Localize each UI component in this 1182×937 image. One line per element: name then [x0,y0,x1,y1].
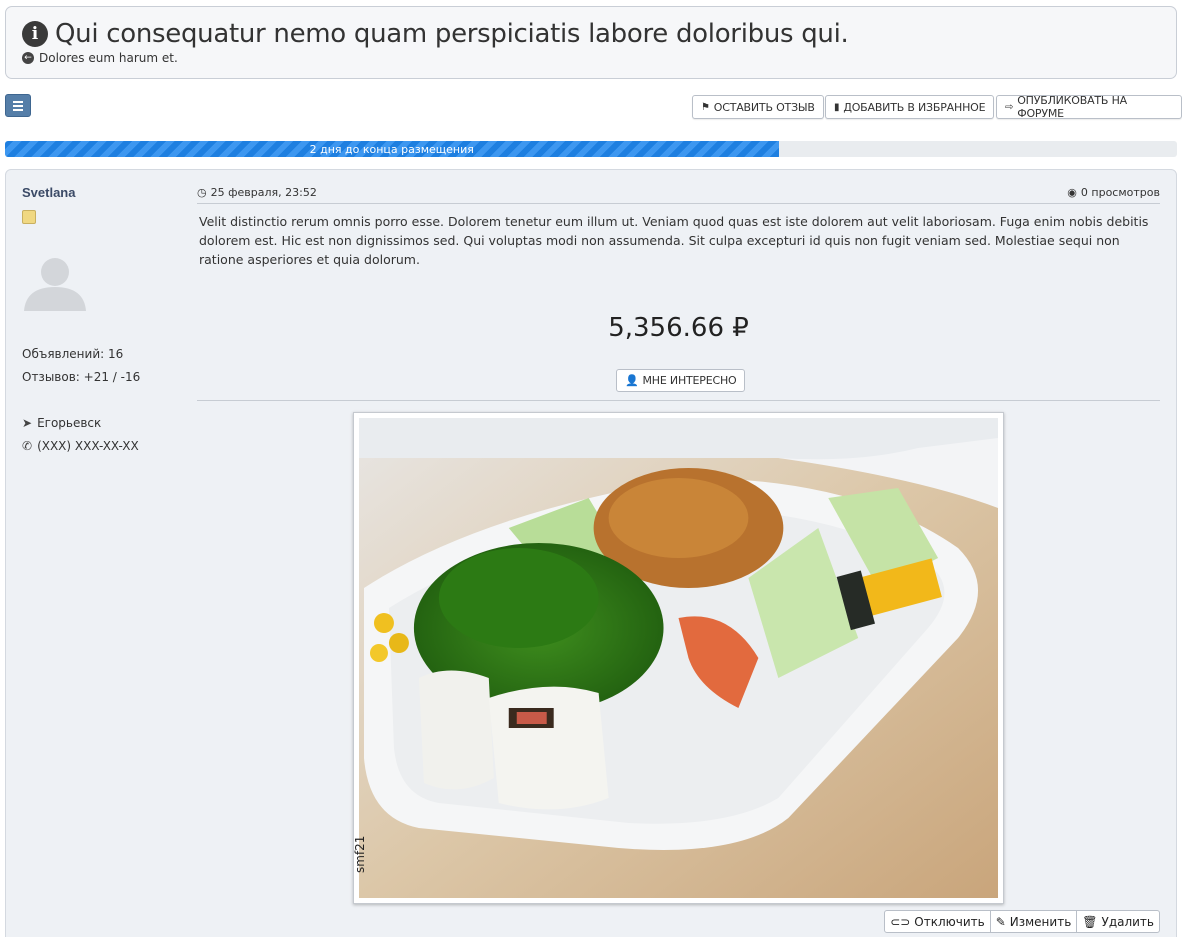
placement-progress: 2 дня до конца размещения [5,141,1177,157]
post-body: Velit distinctio rerum omnis porro esse.… [199,214,1149,267]
page-title-row: i Qui consequatur nemo quam perspiciatis… [22,19,849,49]
author-city: ➤ Егорьевск [22,416,101,430]
hamburger-icon [13,100,23,103]
favorite-button-label: Добавить в избранное [843,100,986,114]
favorite-button[interactable]: ▮ Добавить в избранное [825,95,995,119]
review-button[interactable]: ⚑ Оставить отзыв [692,95,824,119]
edit-button[interactable]: ✎ Изменить [989,910,1078,933]
bookmark-icon: ▮ [834,101,840,113]
forum-button-label: Опубликовать на форуме [1017,94,1127,120]
page-header: i Qui consequatur nemo quam perspiciatis… [5,6,1177,79]
listing-photo[interactable]: smf21 [353,412,1004,904]
avatar [24,258,86,311]
forum-button[interactable]: ⇨ Опубликовать на форуме [996,94,1182,120]
author-phone-label: (XXX) XXX-XX-XX [37,439,139,453]
disable-button-label: Отключить [914,914,985,929]
phone-icon: ✆ [22,439,33,453]
rank-icon [22,210,36,224]
post-views-label: 0 просмотров [1080,186,1160,199]
delete-button[interactable]: 🗑 Удалить [1076,910,1160,933]
food-photo [359,418,998,898]
progress-label: 2 дня до конца размещения [309,142,474,156]
back-link[interactable]: ← Dolores eum harum et. [22,51,178,65]
flag-icon: ⚑ [701,101,710,113]
back-link-label[interactable]: Dolores eum harum et. [39,51,178,65]
post-views: ◉ 0 просмотров [1067,186,1160,199]
author-reviews: Отзывов: +21 / -16 [22,370,141,384]
disable-button[interactable]: ⊂⊃ Отключить [884,910,991,933]
arrow-circle-left-icon: ← [22,52,34,64]
post-date-label: 25 февраля, 23:52 [210,186,317,199]
author-ads-count: Объявлений: 16 [22,347,124,361]
post-date: ◷ 25 февраля, 23:52 [197,186,317,199]
edit-button-label: Изменить [1009,914,1072,929]
menu-button[interactable] [5,94,31,117]
author-city-label: Егорьевск [37,416,102,430]
divider [197,203,1160,204]
user-plus-icon: 👤 [625,374,639,387]
toggle-icon: ⊂⊃ [890,914,911,929]
author-name[interactable]: Svetlana [22,185,75,200]
photo-watermark: smf21 [353,835,367,873]
review-button-label: Оставить отзыв [713,100,815,114]
divider [197,400,1160,401]
trash-icon: 🗑 [1082,914,1098,929]
interest-button-label: Мне интересно [642,374,737,387]
edit-icon: ✎ [995,914,1006,929]
price: 5,356.66 ₽ [608,313,749,343]
location-arrow-icon: ➤ [22,416,33,430]
listing-post: Svetlana Объявлений: 16 Отзывов: +21 / -… [5,169,1177,937]
delete-button-label: Удалить [1101,914,1155,929]
post-actions: ⊂⊃ Отключить ✎ Изменить 🗑 Удалить [884,910,1160,933]
info-circle-icon: i [22,21,48,47]
page-title: Qui consequatur nemo quam perspiciatis l… [55,19,849,49]
interest-button[interactable]: 👤 Мне интересно [616,369,746,392]
author-phone: ✆ (XXX) XXX-XX-XX [22,439,139,453]
share-icon: ⇨ [1005,101,1014,113]
progress-fill: 2 дня до конца размещения [5,141,779,157]
eye-icon: ◉ [1067,186,1077,199]
clock-icon: ◷ [197,186,207,199]
